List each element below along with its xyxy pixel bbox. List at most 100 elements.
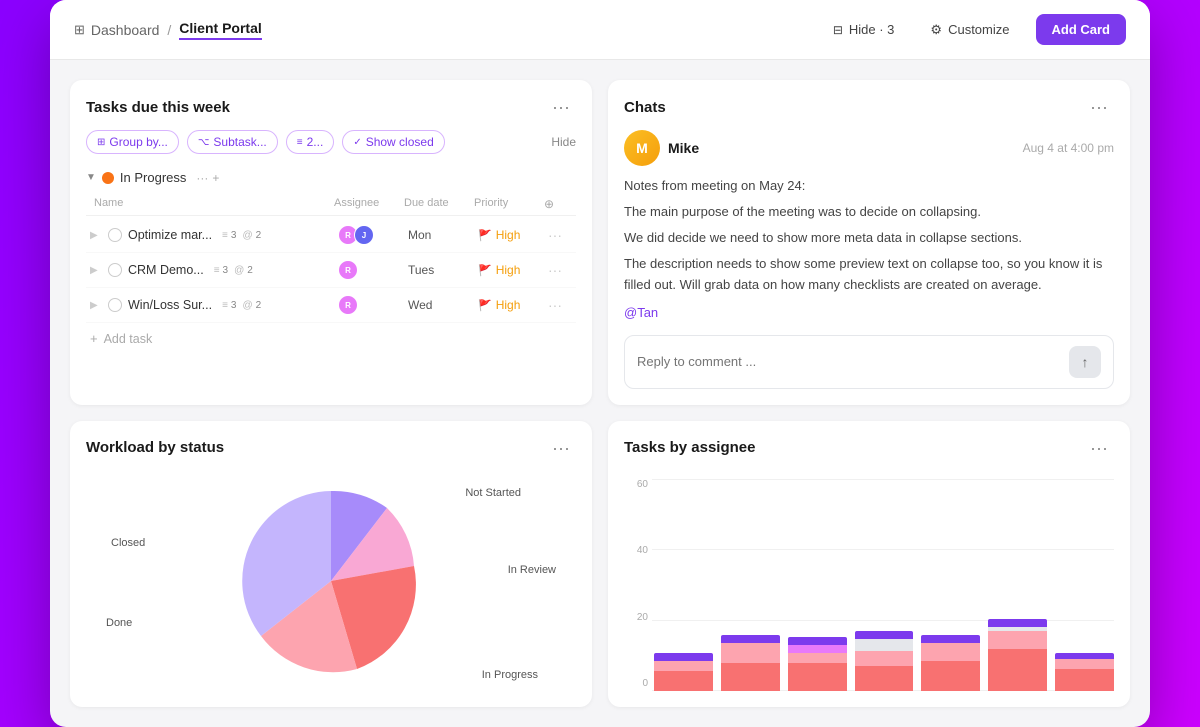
subtask-filter[interactable]: ⌥ Subtask... [187,130,278,154]
task-more-button[interactable]: ··· [548,262,572,278]
hide-button[interactable]: ⊟ Hide · 3 [823,16,905,43]
chat-line-4: The description needs to show some previ… [624,254,1114,294]
bar-segment [855,666,914,691]
reply-send-button[interactable]: ↑ [1069,346,1101,378]
priority-badge: 🚩 High [478,263,548,277]
assignee-avatars: R [338,295,408,315]
chat-user: M Mike [624,130,699,166]
checklist-count: 3 [231,300,237,311]
task-filters: ⊞ Group by... ⌥ Subtask... ≡ 2... ✓ Show… [86,130,576,154]
chat-line-2: The main purpose of the meeting was to d… [624,202,1114,222]
status-dot [102,172,114,184]
y-label-0: 0 [624,678,648,689]
subtask-icon: ⌥ [198,137,210,148]
task-name-cell: ▶ Win/Loss Sur... ≡ 3 @ 2 [90,298,338,312]
y-axis: 60 40 20 0 [624,479,652,691]
bar-segment [788,637,847,645]
task-table-header: Name Assignee Due date Priority ⊕ [86,193,576,216]
filter-icon: ≡ [297,137,303,148]
status-label: In Progress [120,170,186,185]
avatar: R [338,295,358,315]
priority-label: High [496,228,521,242]
workload-card-header: Workload by status ··· [86,437,576,459]
customize-button[interactable]: ⚙ Customize [920,16,1019,44]
assignee-avatars: R J [338,225,408,245]
avatar: J [354,225,374,245]
bar-segment-container [788,637,847,691]
breadcrumb: ⊞ Dashboard / Client Portal [74,20,262,40]
chats-more-button[interactable]: ··· [1084,96,1114,118]
bar-segment [788,663,847,691]
bar-segment-container [654,653,713,691]
due-date: Tues [408,263,478,277]
chat-avatar: M [624,130,660,166]
add-col-icon[interactable]: ⊕ [544,197,554,211]
assignee-avatars: R [338,260,408,280]
show-closed-filter[interactable]: ✓ Show closed [342,130,444,154]
label-not-started: Not Started [465,487,521,499]
workload-more-button[interactable]: ··· [546,437,576,459]
pie-chart-container: Not Started In Review In Progress Done C… [86,471,576,691]
col-name: Name [94,197,334,211]
table-row: ▶ CRM Demo... ≡ 3 @ 2 R Tues [86,253,576,288]
col-priority: Priority [474,197,544,211]
bar-segment [721,643,780,663]
task-checkbox[interactable] [108,298,122,312]
bar-group [1055,653,1114,691]
add-card-button[interactable]: Add Card [1036,14,1127,45]
bar-segment [788,653,847,663]
status-actions: ··· + [196,171,219,185]
assignee-chart-header: Tasks by assignee ··· [624,437,1114,459]
workload-card: Workload by status ··· Not Star [70,421,592,707]
mention-icon: @ [234,265,244,276]
bar-segment-container [721,635,780,691]
expand-icon[interactable]: ▶ [90,300,102,311]
bar-segment-container [1055,653,1114,691]
y-label-20: 20 [624,612,648,623]
priority-flag-icon: 🚩 [478,264,492,277]
bar-segment [721,635,780,643]
task-more-button[interactable]: ··· [548,297,572,313]
col-due-date: Due date [404,197,474,211]
bar-segment [654,653,713,661]
priority-label: High [496,263,521,277]
bar-segment [921,643,980,661]
task-checkbox[interactable] [108,228,122,242]
task-meta: ≡ 3 @ 2 [214,265,253,276]
assignee-chart-more-button[interactable]: ··· [1084,437,1114,459]
bar-segment [988,631,1047,649]
chat-reply-box: ↑ [624,335,1114,389]
reply-input[interactable] [637,354,1061,369]
tasks-card-header: Tasks due this week ··· [86,96,576,118]
task-more-button[interactable]: ··· [548,227,572,243]
task-name-cell: ▶ Optimize mar... ≡ 3 @ 2 [90,228,338,242]
table-row: ▶ Optimize mar... ≡ 3 @ 2 R J [86,218,576,253]
expand-icon[interactable]: ▶ [90,265,102,276]
bar-segment [988,619,1047,627]
bar-segment [855,631,914,639]
count-filter[interactable]: ≡ 2... [286,130,335,154]
bar-segment [921,661,980,691]
priority-flag-icon: 🚩 [478,299,492,312]
hide-icon: ⊟ [833,23,843,37]
bar-segment [788,645,847,653]
task-name: Win/Loss Sur... [128,298,212,312]
avatar: R [338,260,358,280]
pie-chart [231,481,431,681]
collapse-icon[interactable]: ▼ [86,172,96,183]
assignee-chart-card: Tasks by assignee ··· 60 40 20 0 [608,421,1130,707]
expand-icon[interactable]: ▶ [90,230,102,241]
group-by-filter[interactable]: ⊞ Group by... [86,130,179,154]
y-label-60: 60 [624,479,648,490]
status-more[interactable]: ··· [196,171,208,185]
add-task-row[interactable]: + Add task [86,323,576,354]
bar-group [788,637,847,691]
tasks-more-button[interactable]: ··· [546,96,576,118]
status-add[interactable]: + [212,171,219,185]
bar-segment [721,663,780,691]
status-group-header: ▼ In Progress ··· + [86,166,576,189]
task-name: Optimize mar... [128,228,212,242]
hide-toggle[interactable]: Hide [551,135,576,149]
checklist-icon: ≡ [214,265,220,276]
task-checkbox[interactable] [108,263,122,277]
